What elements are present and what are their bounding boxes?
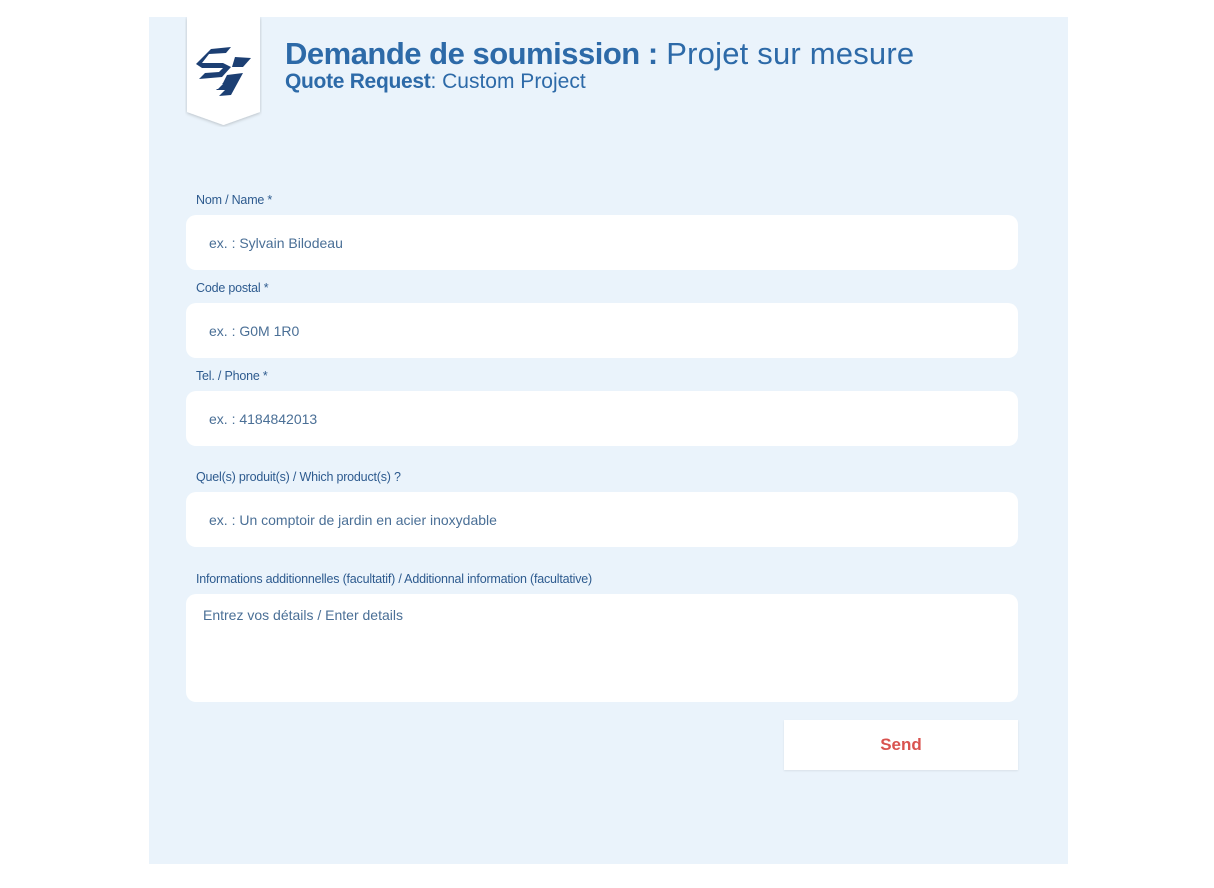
details-textarea[interactable]	[186, 594, 1018, 702]
title-english-light: : Custom Project	[430, 70, 586, 93]
logo-icon	[187, 17, 260, 125]
details-label: Informations additionnelles (facultatif)…	[196, 572, 593, 586]
products-field[interactable]	[186, 492, 1018, 547]
phone-field[interactable]	[186, 391, 1018, 446]
postal-code-field[interactable]	[186, 303, 1018, 358]
title-french: Demande de soumission : Projet sur mesur…	[285, 36, 914, 72]
title-english-bold: Quote Request	[285, 70, 431, 93]
name-label: Nom / Name *	[196, 193, 273, 207]
page-title: Demande de soumission : Projet sur mesur…	[285, 36, 914, 93]
products-label: Quel(s) produit(s) / Which product(s) ?	[196, 470, 401, 484]
name-field[interactable]	[186, 215, 1018, 270]
send-button[interactable]: Send	[784, 720, 1018, 770]
title-french-bold: Demande de soumission :	[285, 36, 658, 71]
title-english: Quote Request: Custom Project	[285, 71, 914, 93]
title-french-light: Projet sur mesure	[666, 36, 915, 71]
postal-code-label: Code postal *	[196, 281, 269, 295]
phone-label: Tel. / Phone *	[196, 369, 268, 383]
